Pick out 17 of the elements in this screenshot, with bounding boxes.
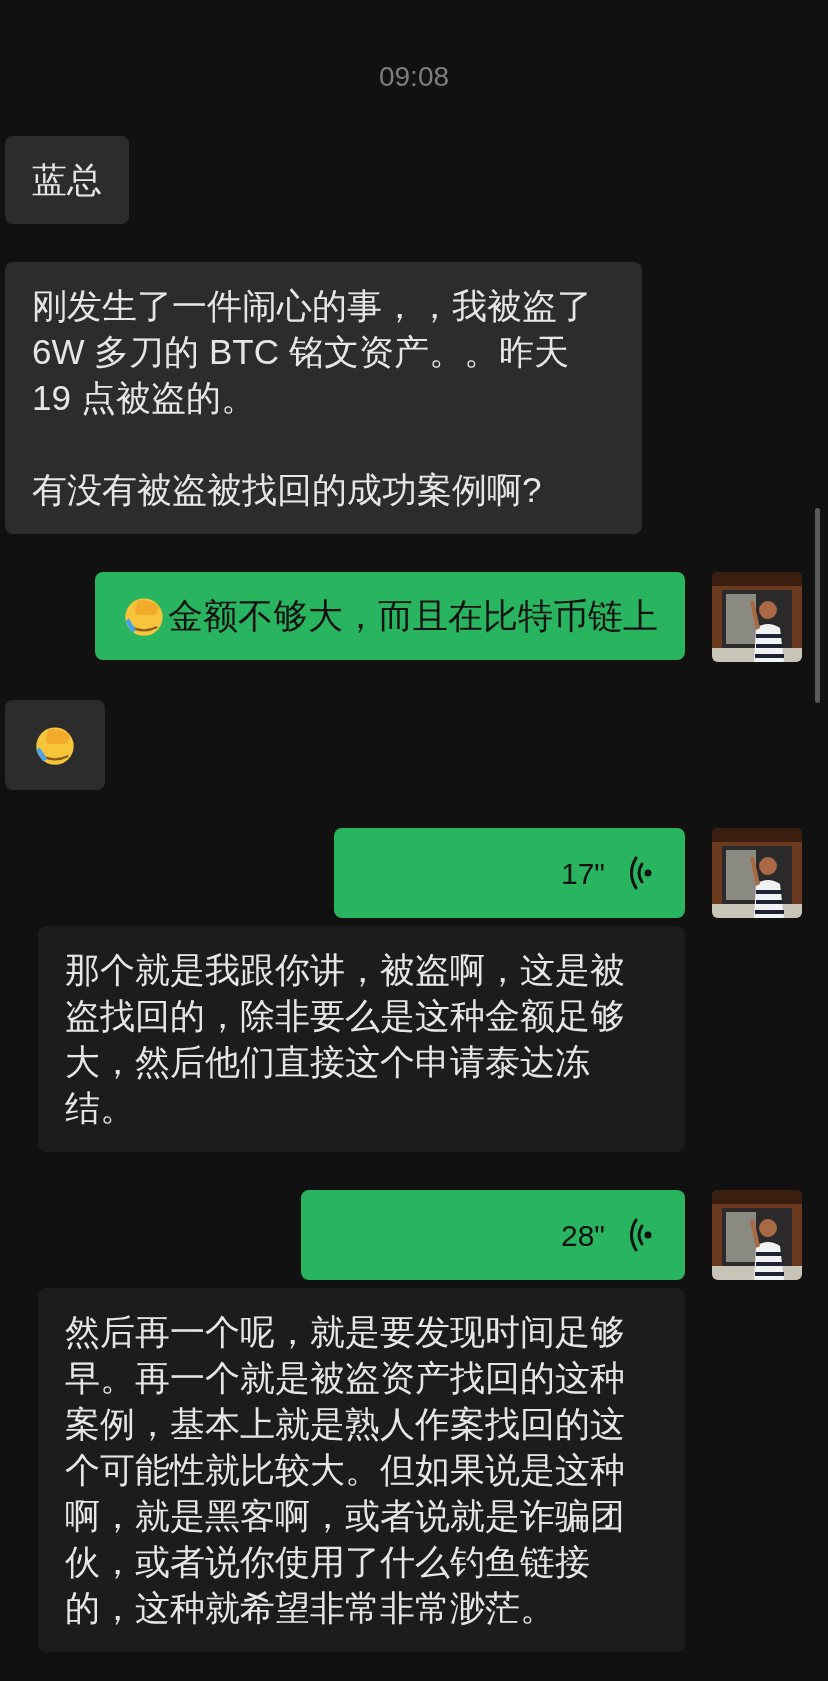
transcript-text: 然后再一个呢，就是要发现时间足够早。再一个就是被盗资产找回的这种案例，基本上就是熟人作案找回的这个可能性就比较大。但如果说是这种啊，就是黑客啊，或者说就是诈骗团伙，或者说你使用了什么钓鱼链接的，这种就希望非常非常渺茫。 — [65, 1311, 626, 1629]
message-text: 蓝总 — [32, 159, 102, 201]
message-bubble[interactable]: 刚发生了一件闹心的事，，我被盗了6W 多刀的 BTC 铭文资产。。昨天 19 点被盗的。 有没有被盗被找回的成功案例啊? — [5, 262, 642, 534]
message-text: 金额不够大，而且在比特币链上 — [168, 595, 658, 637]
voice-message[interactable]: 28" — [301, 1190, 685, 1280]
voice-message[interactable]: 17" — [334, 828, 685, 918]
message-text: 刚发生了一件闹心的事，，我被盗了6W 多刀的 BTC 铭文资产。。昨天 19 点被盗的。 — [32, 285, 593, 419]
voice-wave-icon — [627, 1218, 653, 1252]
message-bubble[interactable]: 金额不够大，而且在比特币链上 — [95, 572, 685, 660]
message-text: 有没有被盗被找回的成功案例啊? — [32, 469, 543, 511]
message-bubble[interactable]: 蓝总 — [5, 136, 129, 224]
message-bubble[interactable] — [5, 700, 105, 790]
timestamp: 09:08 — [378, 60, 450, 94]
voice-wave-icon — [627, 856, 653, 890]
transcript-text: 那个就是我跟你讲，被盗啊，这是被盗找回的，除非要么是这种金额足够大，然后他们直接这个申请泰达冻结。 — [65, 949, 626, 1129]
voice-duration: 17" — [560, 855, 605, 892]
voice-duration: 28" — [560, 1217, 605, 1254]
